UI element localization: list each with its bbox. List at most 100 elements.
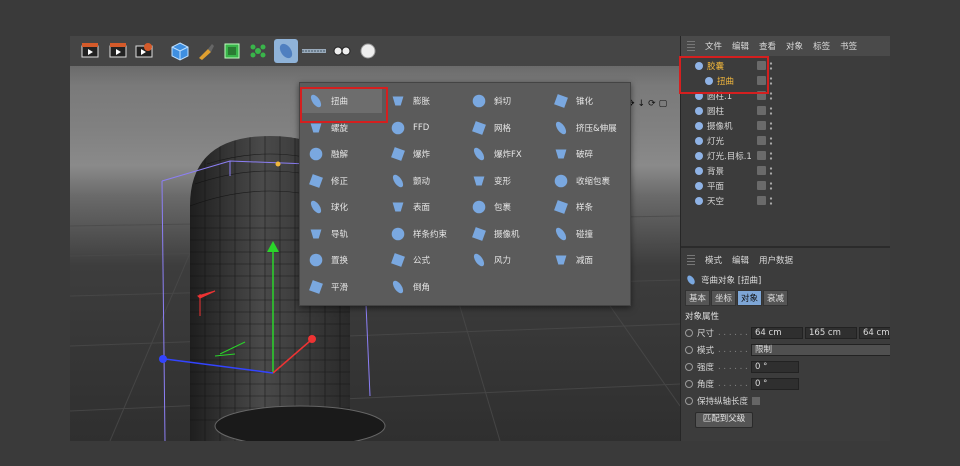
om-menu-objects[interactable]: 对象 [786,40,803,52]
om-menu-bookmarks[interactable]: 书签 [840,40,857,52]
3d-viewport[interactable]: ✥ ↓ ⟳ ▢ 扭曲螺旋融解修正球化导轨置换平滑膨胀FFD爆炸颤动表面样条约束公… [70,66,680,441]
menu-item-collision-deformer[interactable]: 碰撞 [547,222,627,246]
tab-object[interactable]: 对象 [737,290,763,306]
tab-basic[interactable]: 基本 [685,290,711,306]
visibility-dots-icon[interactable] [769,165,773,176]
visibility-dots-icon[interactable] [769,120,773,131]
animate-dot-icon[interactable] [685,397,693,405]
layer-checkbox[interactable] [757,106,766,115]
layer-checkbox[interactable] [757,196,766,205]
menu-item-melt-deformer[interactable]: 融解 [302,142,382,166]
maximize-view-icon[interactable]: ▢ [659,99,668,109]
object-row[interactable]: 平面 [681,178,890,193]
visibility-dots-icon[interactable] [769,180,773,191]
layer-checkbox[interactable] [757,151,766,160]
object-row[interactable]: 摄像机 [681,118,890,133]
menu-item-wind-deformer[interactable]: 风力 [465,248,545,272]
am-menu-mode[interactable]: 模式 [705,254,722,266]
size-y-field[interactable]: 165 cm [805,327,857,339]
layer-checkbox[interactable] [757,136,766,145]
floor-environment-icon[interactable] [300,39,328,63]
menu-item-shatter-deformer[interactable]: 破碎 [547,142,627,166]
deformer-menu-icon[interactable] [274,39,298,63]
animate-dot-icon[interactable] [685,346,693,354]
menu-item-camera-deformer[interactable]: 摄像机 [465,222,545,246]
object-row[interactable]: 背景 [681,163,890,178]
menu-item-taper-deformer[interactable]: 锥化 [547,89,627,113]
visibility-dots-icon[interactable] [769,90,773,101]
zoom-view-icon[interactable]: ↓ [638,99,646,109]
object-row[interactable]: 灯光 [681,133,890,148]
menu-item-shrink-wrap[interactable]: 收缩包裹 [547,169,627,193]
menu-item-mesh-deformer[interactable]: 网格 [465,116,545,140]
visibility-dots-icon[interactable] [769,75,773,86]
menu-item-displacer-deformer[interactable]: 置换 [302,248,382,272]
cube-primitive-icon[interactable] [168,39,192,63]
menu-item-smoothing-deformer[interactable]: 平滑 [302,275,382,299]
visibility-dots-icon[interactable] [769,105,773,116]
am-menu-userdata[interactable]: 用户数据 [759,254,793,266]
menu-item-morph-deformer[interactable]: 变形 [465,169,545,193]
menu-item-explosion-fx[interactable]: 爆炸FX [465,142,545,166]
animate-dot-icon[interactable] [685,363,693,371]
animate-dot-icon[interactable] [685,380,693,388]
render-settings-icon[interactable] [132,39,156,63]
match-to-parent-button[interactable]: 匹配到父级 [695,412,753,428]
angle-field[interactable]: 0 ° [751,378,799,390]
menu-item-bulge-deformer[interactable]: 膨胀 [384,89,464,113]
menu-item-explosion-deformer[interactable]: 爆炸 [384,142,464,166]
pen-spline-icon[interactable] [194,39,218,63]
om-menu-edit[interactable]: 编辑 [732,40,749,52]
menu-item-squash-stretch[interactable]: 挤压&伸展 [547,116,627,140]
layer-checkbox[interactable] [757,181,766,190]
keep-length-checkbox[interactable] [752,397,761,405]
om-menu-view[interactable]: 查看 [759,40,776,52]
menu-item-spline-wrap[interactable]: 样条约束 [384,222,464,246]
object-row[interactable]: 灯光.目标.1 [681,148,890,163]
deformer-handle[interactable] [275,161,281,167]
am-menu-edit[interactable]: 编辑 [732,254,749,266]
render-view-icon[interactable] [78,39,102,63]
cylinder-mesh[interactable] [214,405,386,441]
menu-item-label: 融解 [331,150,349,160]
menu-item-jiggle-deformer[interactable]: 颤动 [384,169,464,193]
menu-item-surface-deformer[interactable]: 表面 [384,195,464,219]
menu-item-polygon-reduction[interactable]: 减面 [547,248,627,272]
mode-select[interactable]: 限制 [751,344,890,356]
menu-item-spherify-deformer[interactable]: 球化 [302,195,382,219]
visibility-dots-icon[interactable] [769,195,773,206]
menu-item-spline-deformer[interactable]: 样条 [547,195,627,219]
strength-field[interactable]: 0 ° [751,361,799,373]
menu-item-shear-deformer[interactable]: 斜切 [465,89,545,113]
menu-item-bevel-deformer[interactable]: 倒角 [384,275,464,299]
layer-checkbox[interactable] [757,121,766,130]
visibility-dots-icon[interactable] [769,60,773,71]
subdivision-surface-icon[interactable] [220,39,244,63]
om-menu-tags[interactable]: 标签 [813,40,830,52]
size-x-field[interactable]: 64 cm [751,327,803,339]
visibility-dots-icon[interactable] [769,135,773,146]
camera-object-icon[interactable] [330,39,354,63]
menu-item-ffd-deformer[interactable]: FFD [384,116,464,140]
menu-item-label: 平滑 [331,282,349,293]
panel-grip-icon[interactable] [687,255,695,265]
rotate-view-icon[interactable]: ⟳ [648,99,656,109]
tab-falloff[interactable]: 衰减 [763,290,789,306]
menu-item-rail-deformer[interactable]: 导轨 [302,222,382,246]
cloner-icon[interactable] [246,39,270,63]
object-row[interactable]: 圆柱 [681,103,890,118]
camera-deformer-icon [469,224,489,244]
panel-grip-icon[interactable] [687,41,695,51]
size-z-field[interactable]: 64 cm [859,327,890,339]
menu-item-wrap-deformer[interactable]: 包裹 [465,195,545,219]
animate-dot-icon[interactable] [685,329,693,337]
menu-item-correction-deformer[interactable]: 修正 [302,169,382,193]
visibility-dots-icon[interactable] [769,150,773,161]
object-row[interactable]: 天空 [681,193,890,208]
menu-item-formula-deformer[interactable]: 公式 [384,248,464,272]
om-menu-file[interactable]: 文件 [705,40,722,52]
tab-coordinates[interactable]: 坐标 [711,290,737,306]
layer-checkbox[interactable] [757,166,766,175]
render-picture-viewer-icon[interactable] [106,39,130,63]
light-object-icon[interactable] [356,39,380,63]
